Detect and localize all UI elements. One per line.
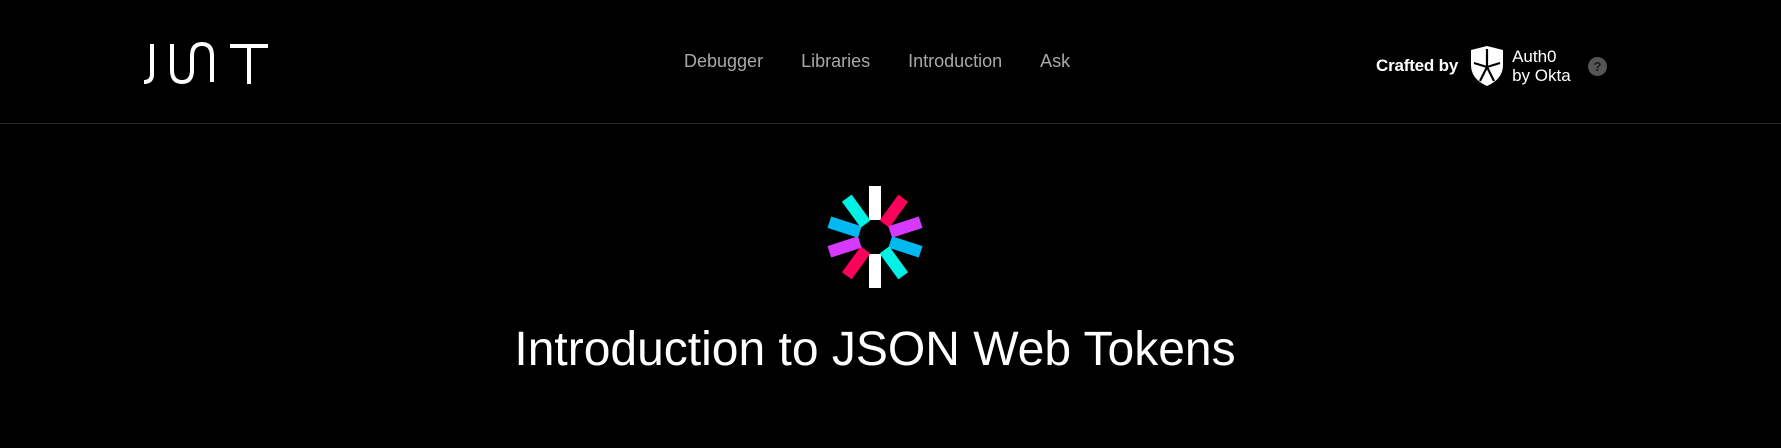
top-header: Debugger Libraries Introduction Ask Craf… [0, 0, 1781, 124]
crafted-by-label: Crafted by [1376, 56, 1459, 75]
jwt-wordmark-icon[interactable] [140, 42, 270, 86]
jwt-flower-icon [827, 186, 923, 288]
nav-ask[interactable]: Ask [1040, 51, 1070, 72]
brand-subline: by Okta [1512, 66, 1571, 85]
auth0-shield-icon [1471, 46, 1504, 86]
crafted-by-auth0-link[interactable]: Crafted by Auth0 by Okta [1376, 44, 1571, 88]
nav-libraries[interactable]: Libraries [801, 51, 870, 72]
nav-introduction[interactable]: Introduction [908, 51, 1002, 72]
main-nav: Debugger Libraries Introduction Ask [684, 48, 1070, 74]
auth0-brand: Auth0 by Okta [1512, 47, 1571, 85]
page-title: Introduction to JSON Web Tokens [514, 323, 1236, 376]
help-icon[interactable]: ? [1588, 57, 1607, 76]
nav-debugger[interactable]: Debugger [684, 51, 763, 72]
brand-name: Auth0 [1512, 47, 1557, 66]
